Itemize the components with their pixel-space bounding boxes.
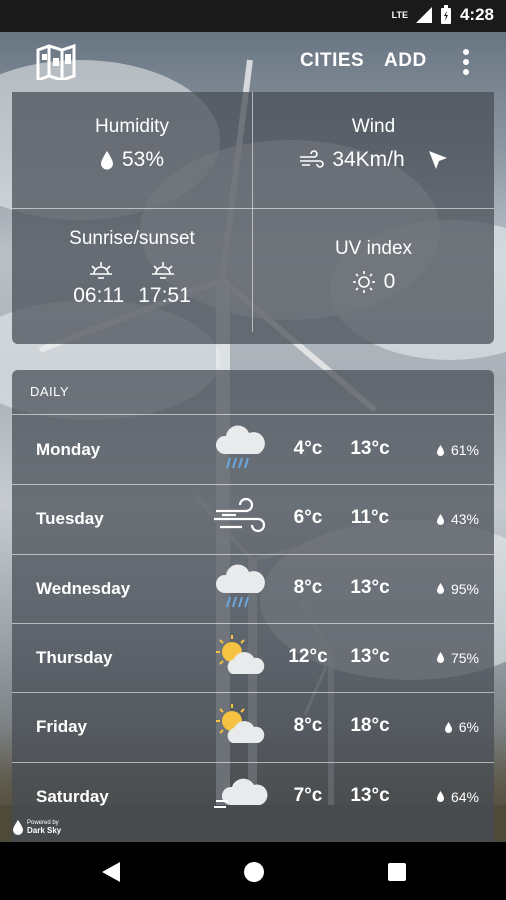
precipitation-value: 61% — [450, 442, 479, 458]
attribution-line2: Dark Sky — [27, 826, 62, 835]
precipitation-value: 75% — [450, 649, 479, 666]
daily-row[interactable]: Friday 8°c 18°c 6% — [12, 693, 493, 761]
precipitation-value: 43% — [450, 511, 479, 528]
details-panel: Humidity 53% Wind 34Km/h Sunrise/sunset … — [12, 92, 494, 344]
max-temperature: 11°c — [350, 507, 390, 529]
rain-cloud-icon — [212, 563, 268, 613]
max-temperature: 13°c — [350, 645, 390, 667]
overflow-menu-icon[interactable] — [461, 48, 471, 76]
day-name: Saturday — [36, 786, 109, 806]
sunset-time: 17:51 — [138, 284, 191, 307]
day-name: Tuesday — [36, 509, 104, 529]
uv-index-value: 0 — [383, 270, 396, 293]
wind-title: Wind — [351, 116, 396, 137]
day-name: Friday — [36, 717, 88, 737]
sunrise-time: 06:11 — [73, 284, 125, 307]
wind-icon — [300, 150, 325, 168]
drop-icon — [436, 513, 444, 525]
precipitation-value: 6% — [458, 719, 479, 736]
precipitation-chance: 61% — [436, 442, 479, 458]
humidity-cell: Humidity 53% — [12, 116, 252, 172]
uv-index-cell: UV index 0 — [253, 238, 494, 294]
clock: 4:28 — [459, 5, 494, 24]
humidity-title: Humidity — [95, 116, 169, 137]
day-name: Monday — [36, 440, 101, 459]
day-name: Thursday — [36, 647, 113, 667]
dark-sky-attribution[interactable]: Powered by Dark Sky — [12, 819, 61, 835]
wind-value: 34Km/h — [332, 148, 405, 171]
recents-icon[interactable] — [387, 862, 407, 882]
app-toolbar: CITIES ADD — [0, 32, 506, 92]
daily-row[interactable]: Tuesday 6°c 11°c 43% — [12, 485, 493, 553]
map-icon[interactable] — [36, 44, 76, 80]
partly-cloudy-icon — [212, 701, 268, 751]
daily-row[interactable]: Wednesday 8°c 13°c 95% — [12, 555, 493, 623]
precipitation-chance: 95% — [436, 581, 479, 597]
sunrise-sunset-cell: Sunrise/sunset 06:11 17:51 — [12, 228, 252, 308]
drop-icon — [444, 721, 452, 733]
partly-cloudy-icon — [212, 632, 268, 682]
precipitation-value: 64% — [450, 788, 479, 805]
cities-button[interactable]: CITIES — [300, 50, 364, 72]
min-temperature: 12°c — [288, 645, 328, 667]
humidity-value: 53% — [121, 148, 165, 171]
wind-icon — [212, 493, 268, 543]
signal-icon — [415, 7, 432, 23]
daily-row[interactable]: Saturday 7°c 13°c 64% — [12, 763, 493, 831]
day-name: Wednesday — [36, 578, 131, 598]
dark-sky-logo-icon — [13, 820, 23, 835]
sun-icon — [352, 271, 375, 293]
daily-forecast-panel: DAILY Monday 4°c 13°c 61% Tuesday 6°c 11°c 43% W… — [12, 370, 494, 842]
daily-row[interactable]: Thursday 12°c 13°c 75% — [12, 624, 493, 692]
home-icon[interactable] — [243, 861, 265, 883]
sunset-icon — [152, 262, 174, 279]
precipitation-chance: 43% — [436, 511, 479, 527]
fog-cloud-icon — [212, 771, 268, 821]
navigation-bar — [0, 842, 506, 900]
daily-row[interactable]: Monday 4°c 13°c 61% — [12, 416, 493, 484]
status-bar: LTE 4:28 — [0, 0, 506, 32]
drop-icon — [100, 151, 113, 170]
drop-icon — [436, 652, 444, 664]
lte-icon: LTE — [391, 10, 408, 20]
min-temperature: 8°c — [293, 715, 323, 737]
precipitation-chance: 64% — [436, 789, 479, 805]
max-temperature: 18°c — [350, 715, 390, 737]
drop-icon — [436, 583, 444, 595]
back-icon[interactable] — [102, 862, 120, 882]
min-temperature: 7°c — [293, 784, 323, 806]
precipitation-chance: 75% — [436, 650, 479, 666]
precipitation-value: 95% — [450, 580, 479, 597]
max-temperature: 13°c — [350, 438, 390, 459]
daily-title: DAILY — [30, 384, 70, 399]
wind-cell: Wind 34Km/h — [253, 116, 494, 172]
max-temperature: 13°c — [350, 576, 390, 598]
min-temperature: 6°c — [293, 507, 323, 529]
add-button[interactable]: ADD — [384, 50, 427, 72]
sunrise-icon — [90, 262, 112, 279]
battery-icon — [440, 5, 451, 24]
drop-icon — [436, 791, 444, 802]
wind-direction-icon — [428, 151, 447, 169]
rain-cloud-icon — [212, 424, 268, 474]
max-temperature: 13°c — [350, 784, 390, 806]
min-temperature: 8°c — [293, 576, 323, 598]
min-temperature: 4°c — [293, 438, 323, 459]
precipitation-chance: 6% — [444, 719, 479, 735]
sunrise-sunset-title: Sunrise/sunset — [69, 228, 195, 249]
uv-index-title: UV index — [334, 238, 413, 259]
drop-icon — [436, 444, 444, 456]
